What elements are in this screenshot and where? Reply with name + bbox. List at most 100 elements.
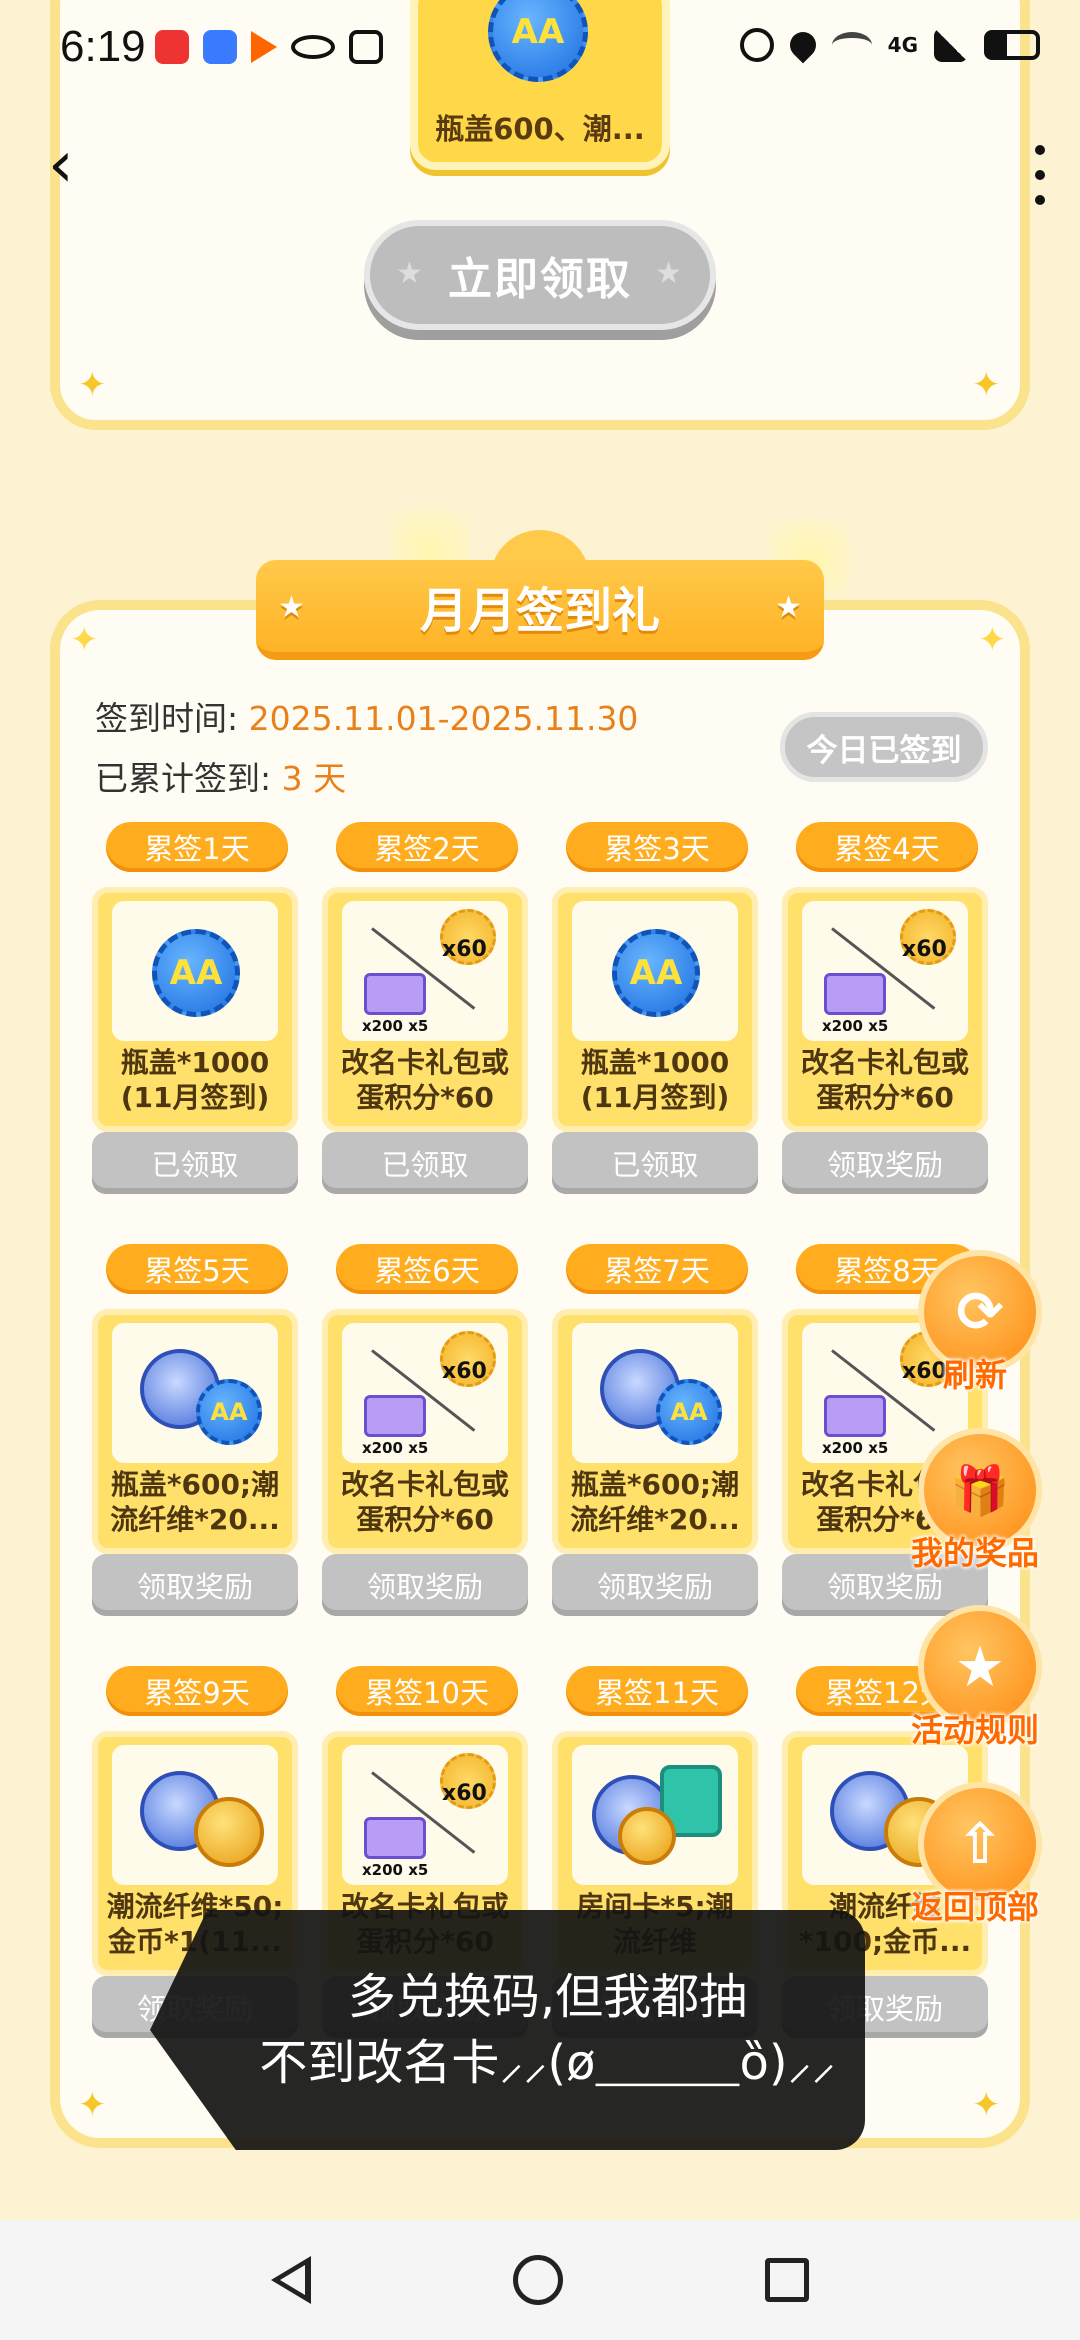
reward-image xyxy=(112,1745,278,1885)
status-time: 6:19 xyxy=(60,22,146,71)
signal-icon xyxy=(934,28,968,62)
back-to-top-label: 返回顶部 xyxy=(910,1888,1039,1926)
eye-icon xyxy=(291,35,335,59)
back-to-top-button[interactable]: ⇧ 返回顶部 xyxy=(900,1782,1050,1932)
reward-card[interactable]: AA 瓶盖*1000 (11月签到) xyxy=(552,887,758,1132)
status-right-icons: 4G xyxy=(739,26,1040,64)
rename-note: x200 x5 xyxy=(362,1017,429,1035)
rename-count: x60 xyxy=(442,1781,487,1806)
claim-now-label: 立即领取 xyxy=(448,254,632,305)
reward-name: 瓶盖*600;潮 流纤维*20... xyxy=(570,1468,740,1536)
reward-name: 瓶盖*1000 (11月签到) xyxy=(580,1046,730,1114)
my-prizes-label: 我的奖品 xyxy=(910,1534,1039,1572)
reward-card[interactable]: AA 瓶盖*600;潮 流纤维*20... xyxy=(552,1309,758,1554)
sparkle-icon: ✦ xyxy=(972,365,1001,405)
day-pill: 累签1天 xyxy=(106,822,288,872)
reward-image: x60 x200 x5 xyxy=(342,1745,508,1885)
refresh-button[interactable]: ⟳ 刷新 xyxy=(900,1250,1050,1400)
rules-button[interactable]: ★ 活动规则 xyxy=(900,1605,1050,1755)
reward-name: 瓶盖*1000 (11月签到) xyxy=(120,1046,270,1114)
today-signed-button[interactable]: 今日已签到 xyxy=(780,712,988,782)
reward-claim-button[interactable]: 领取奖励 xyxy=(782,1132,988,1194)
nav-recents-icon[interactable] xyxy=(765,2258,809,2302)
nav-home-icon[interactable] xyxy=(513,2255,563,2305)
reward-cell: 累签6天 x60 x200 x5 改名卡礼包或 蛋积分*60 领取奖励 xyxy=(322,1244,532,1624)
status-bar: 6:19 4G xyxy=(0,0,1080,100)
prize-label: 瓶盖600、潮... xyxy=(435,112,645,146)
reward-card[interactable]: x60 x200 x5 改名卡礼包或 蛋积分*60 xyxy=(322,887,528,1132)
coin-icon xyxy=(194,1797,264,1867)
star-icon: ★ xyxy=(396,256,425,291)
reward-name: 瓶盖*600;潮 流纤维*20... xyxy=(110,1468,280,1536)
reward-claim-button[interactable]: 领取奖励 xyxy=(552,1554,758,1616)
blue-chat-icon xyxy=(203,30,237,64)
signin-period-value: 2025.11.01-2025.11.30 xyxy=(248,699,639,738)
signin-period-label: 签到时间: xyxy=(95,699,239,738)
cumulative-signin: 已累计签到: 3 天 xyxy=(95,752,346,800)
sparkle-icon: ✦ xyxy=(70,620,99,660)
reward-claim-button[interactable]: 领取奖励 xyxy=(322,1554,528,1616)
bottle-cap-icon: AA xyxy=(152,929,240,1017)
play-icon xyxy=(251,31,277,63)
day-pill: 累签9天 xyxy=(106,1666,288,1716)
day-pill: 累签2天 xyxy=(336,822,518,872)
claim-now-button[interactable]: ★ 立即领取 ★ xyxy=(364,220,716,330)
day-pill: 累签7天 xyxy=(566,1244,748,1294)
reward-name: 改名卡礼包或 蛋积分*60 xyxy=(340,1046,509,1114)
cumulative-signin-label: 已累计签到: xyxy=(95,759,272,798)
reward-card[interactable]: AA 瓶盖*600;潮 流纤维*20... xyxy=(92,1309,298,1554)
reward-claim-button[interactable]: 已领取 xyxy=(92,1132,298,1194)
star-icon: ★ xyxy=(278,590,305,625)
reward-image: AA xyxy=(112,1323,278,1463)
reward-name: 改名卡礼包或 蛋积分*60 xyxy=(340,1468,509,1536)
rename-note: x200 x5 xyxy=(362,1439,429,1457)
my-prizes-button[interactable]: 🎁 我的奖品 xyxy=(900,1428,1050,1578)
reward-image: x60 x200 x5 xyxy=(802,901,968,1041)
reward-cell: 累签5天 AA 瓶盖*600;潮 流纤维*20... 领取奖励 xyxy=(92,1244,302,1624)
bottle-cap-icon: AA xyxy=(196,1379,262,1445)
rename-note: x200 x5 xyxy=(362,1861,429,1879)
rename-count: x60 xyxy=(902,937,947,962)
day-pill: 累签11天 xyxy=(566,1666,748,1716)
rename-card-icon xyxy=(824,973,886,1015)
wifi-icon xyxy=(831,32,872,58)
reward-cell: 累签2天 x60 x200 x5 改名卡礼包或 蛋积分*60 已领取 xyxy=(322,822,532,1202)
sparkle-icon: ✦ xyxy=(78,365,107,405)
monthly-title-banner: ★ 月月签到礼 ★ xyxy=(256,560,824,660)
nav-back-icon[interactable] xyxy=(271,2256,311,2304)
reward-claim-button[interactable]: 已领取 xyxy=(322,1132,528,1194)
rename-count: x60 xyxy=(442,937,487,962)
reward-image xyxy=(572,1745,738,1885)
reward-cell: 累签1天 AA 瓶盖*1000 (11月签到) 已领取 xyxy=(92,822,302,1202)
reward-card[interactable]: AA 瓶盖*1000 (11月签到) xyxy=(92,887,298,1132)
rename-card-icon xyxy=(364,1395,426,1437)
reward-image: AA xyxy=(112,901,278,1041)
sparkle-icon: ✦ xyxy=(978,620,1007,660)
coin-icon xyxy=(618,1807,676,1865)
rename-note: x200 x5 xyxy=(822,1017,889,1035)
sparkle-icon: ✦ xyxy=(78,2085,107,2125)
sparkle-icon: ✦ xyxy=(972,2085,1001,2125)
battery-icon xyxy=(984,30,1040,60)
signin-period: 签到时间: 2025.11.01-2025.11.30 xyxy=(95,692,638,740)
reward-card[interactable]: x60 x200 x5 改名卡礼包或 蛋积分*60 xyxy=(322,1309,528,1554)
more-menu-icon[interactable] xyxy=(1030,145,1050,205)
rename-note: x200 x5 xyxy=(822,1439,889,1457)
reward-claim-button[interactable]: 已领取 xyxy=(552,1132,758,1194)
monthly-title: 月月签到礼 xyxy=(419,583,660,639)
reward-cell: 累签4天 x60 x200 x5 改名卡礼包或 蛋积分*60 领取奖励 xyxy=(782,822,992,1202)
back-arrow-icon[interactable]: ‹ xyxy=(48,133,98,200)
rename-count: x60 xyxy=(442,1359,487,1384)
day-pill: 累签3天 xyxy=(566,822,748,872)
alarm-icon xyxy=(739,28,774,62)
reward-card[interactable]: x60 x200 x5 改名卡礼包或 蛋积分*60 xyxy=(782,887,988,1132)
red-app-icon xyxy=(155,30,189,64)
rename-card-icon xyxy=(824,1395,886,1437)
network-type: 4G xyxy=(887,33,918,57)
reward-image: AA xyxy=(572,901,738,1041)
reward-claim-button[interactable]: 领取奖励 xyxy=(92,1554,298,1616)
reward-image: x60 x200 x5 xyxy=(342,901,508,1041)
nfc-icon xyxy=(349,30,383,64)
reward-image: AA xyxy=(572,1323,738,1463)
day-pill: 累签10天 xyxy=(336,1666,518,1716)
